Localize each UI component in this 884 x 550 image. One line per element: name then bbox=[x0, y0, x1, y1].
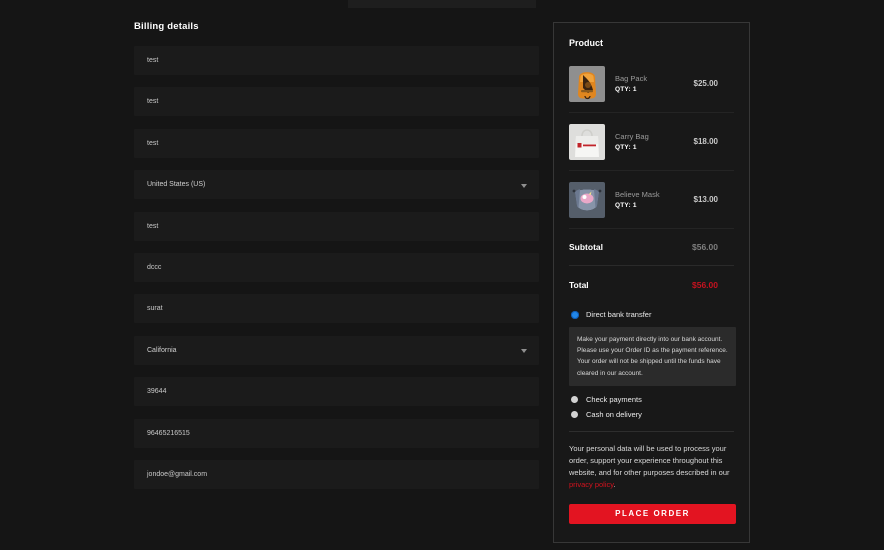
top-cropped-element bbox=[348, 0, 536, 8]
billing-last-name-input[interactable]: test bbox=[134, 87, 539, 117]
total-value: $56.00 bbox=[692, 279, 718, 290]
billing-city-input[interactable]: surat bbox=[134, 294, 539, 324]
billing-country-select[interactable]: United States (US) bbox=[134, 170, 539, 200]
payment-option-cash-on-delivery[interactable]: Cash on delivery bbox=[569, 410, 734, 419]
order-item-info: Bag Pack QTY: 1 bbox=[615, 74, 694, 93]
billing-postcode-value: 39644 bbox=[147, 388, 167, 396]
order-item-row: Believe Mask QTY: 1 $13.00 bbox=[569, 171, 734, 229]
radio-unselected-icon[interactable] bbox=[571, 410, 578, 418]
believe-mask-image bbox=[569, 181, 605, 218]
billing-state-select[interactable]: California bbox=[134, 335, 539, 365]
billing-details-title: Billing details bbox=[134, 21, 199, 32]
subtotal-row: Subtotal $56.00 bbox=[569, 229, 734, 266]
billing-phone-input[interactable]: 96465216515 bbox=[134, 418, 539, 448]
billing-apartment-value: dccc bbox=[147, 263, 162, 271]
billing-street-address-value: test bbox=[147, 222, 159, 230]
billing-phone-value: 96465216515 bbox=[147, 429, 190, 437]
order-item-row: Carry Bag QTY: 1 $18.00 bbox=[569, 113, 734, 171]
panel-divider bbox=[569, 430, 734, 432]
order-item-name: Believe Mask bbox=[615, 190, 660, 199]
order-item-qty: QTY: 1 bbox=[615, 144, 637, 151]
privacy-policy-link[interactable]: privacy policy bbox=[569, 480, 613, 489]
order-item-price: $18.00 bbox=[693, 137, 718, 146]
place-order-button[interactable]: PLACE ORDER bbox=[569, 503, 736, 524]
bank-transfer-description: Make your payment directly into our bank… bbox=[569, 327, 736, 386]
payment-option-label: Cash on delivery bbox=[586, 409, 642, 419]
total-label: Total bbox=[569, 279, 589, 290]
order-item-row: Bag Pack QTY: 1 $25.00 bbox=[569, 55, 734, 113]
order-item-price: $13.00 bbox=[693, 195, 718, 204]
billing-email-input[interactable]: jondoe@gmail.com bbox=[134, 459, 539, 489]
subtotal-value: $56.00 bbox=[692, 242, 718, 252]
billing-first-name-value: test bbox=[147, 57, 159, 64]
bag-pack-image bbox=[569, 65, 605, 102]
billing-apartment-input[interactable]: dccc bbox=[134, 252, 539, 282]
payment-option-direct-bank-transfer[interactable]: Direct bank transfer bbox=[569, 310, 734, 319]
billing-company-input[interactable]: test bbox=[134, 128, 539, 158]
chevron-down-icon bbox=[521, 183, 527, 188]
order-item-qty: QTY: 1 bbox=[615, 202, 637, 209]
billing-postcode-input[interactable]: 39644 bbox=[134, 377, 539, 407]
carry-bag-image bbox=[569, 123, 605, 160]
billing-email-value: jondoe@gmail.com bbox=[147, 470, 208, 478]
order-item-info: Believe Mask QTY: 1 bbox=[615, 190, 694, 209]
order-item-name: Carry Bag bbox=[615, 132, 649, 141]
order-item-info: Carry Bag QTY: 1 bbox=[615, 132, 694, 151]
subtotal-label: Subtotal bbox=[569, 242, 603, 252]
payment-option-check-payments[interactable]: Check payments bbox=[569, 395, 734, 404]
chevron-down-icon bbox=[521, 349, 527, 354]
radio-unselected-icon[interactable] bbox=[571, 395, 578, 403]
privacy-notice: Your personal data will be used to proce… bbox=[569, 443, 736, 491]
privacy-text: Your personal data will be used to proce… bbox=[569, 443, 730, 477]
billing-state-value: California bbox=[147, 346, 177, 354]
billing-company-value: test bbox=[147, 139, 159, 147]
billing-city-value: surat bbox=[147, 305, 163, 313]
billing-street-address-input[interactable]: test bbox=[134, 211, 539, 241]
total-row: Total $56.00 bbox=[569, 266, 734, 303]
billing-country-value: United States (US) bbox=[147, 181, 206, 189]
billing-last-name-value: test bbox=[147, 98, 159, 106]
radio-selected-icon[interactable] bbox=[571, 310, 579, 319]
payment-option-label: Check payments bbox=[586, 394, 642, 404]
privacy-text-period: . bbox=[613, 479, 616, 489]
order-summary-title: Product bbox=[569, 38, 604, 48]
billing-first-name-input[interactable]: test bbox=[134, 46, 539, 75]
order-summary-panel: Product Bag Pack QTY: 1 $25.00 Carry Bag… bbox=[553, 22, 750, 543]
payment-option-label: Direct bank transfer bbox=[586, 310, 652, 319]
order-item-qty: QTY: 1 bbox=[615, 86, 637, 93]
order-item-name: Bag Pack bbox=[615, 74, 648, 83]
order-item-price: $25.00 bbox=[693, 79, 718, 88]
billing-details-section: Billing details test test test United St… bbox=[134, 21, 539, 501]
